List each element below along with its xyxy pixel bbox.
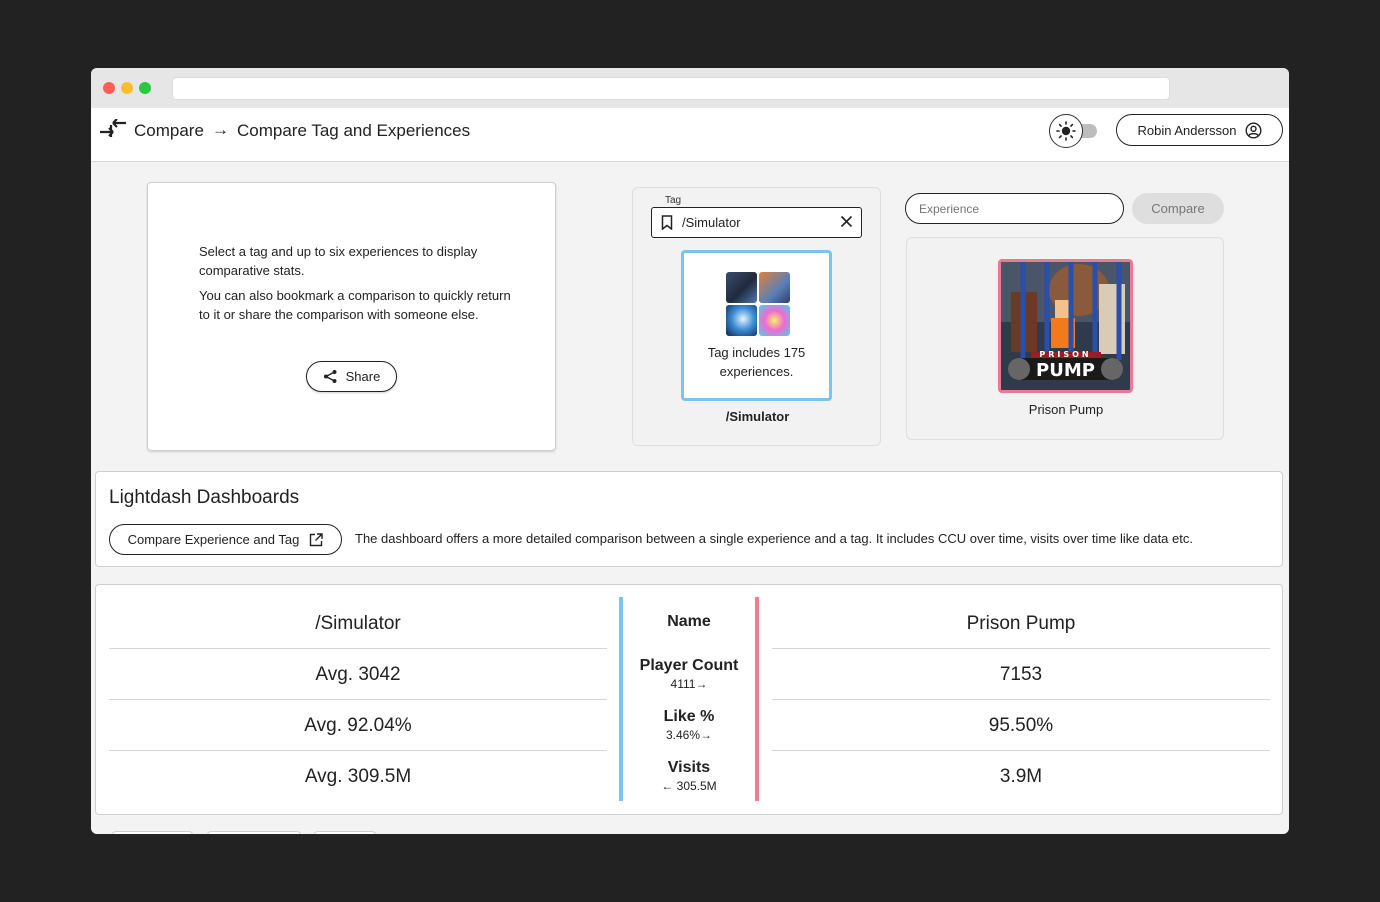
experience-thumbnail[interactable]: PRISON PUMP [998,259,1133,393]
experience-input[interactable] [905,193,1124,224]
info-text: Select a tag and up to six experiences t… [199,242,519,330]
user-name: Robin Andersson [1137,122,1237,138]
dashboard-button-label: Compare Experience and Tag [127,532,300,547]
info-paragraph-2: You can also bookmark a comparison to qu… [199,288,511,322]
compare-experience-and-tag-button[interactable]: Compare Experience and Tag [109,524,342,555]
bookmark-icon[interactable] [661,215,673,230]
dashboards-description: The dashboard offers a more detailed com… [355,531,1193,546]
sun-icon [1056,121,1076,141]
user-circle-icon [1244,121,1262,139]
info-paragraph-1: Select a tag and up to six experiences t… [199,244,478,278]
breadcrumb-separator-icon: → [212,120,229,139]
experience-player-count: 7153 [772,649,1270,700]
experience-visits: 3.9M [999,766,1043,787]
title-bar [91,68,1289,108]
metric-header-cell: Name [623,598,755,649]
minimize-window-button[interactable] [121,82,133,94]
like-percent-diff: 3.46%→ [665,728,713,742]
tag-panel: Tag /Simulator Tag includes 175 experien… [632,187,881,446]
tag-column: /Simulator Avg. 3042 Avg. 92.04% Avg. 30… [109,598,607,802]
experience-accent-bar [755,597,759,801]
dashboards-card: Lightdash Dashboards Compare Experience … [95,471,1283,567]
metric-header: Name [667,613,711,630]
experience-column: Prison Pump 7153 95.50% 3.9M [772,598,1270,802]
cut-off-button[interactable] [207,831,301,834]
metric-cell: Visits ← 305.5M [623,751,755,802]
tag-like-percent: Avg. 92.04% [109,700,607,751]
info-card: Select a tag and up to six experiences t… [147,182,556,451]
metric-cell: Like % 3.46%→ [623,700,755,751]
close-window-button[interactable] [103,82,115,94]
tag-visits: Avg. 309.5M [304,766,412,787]
dashboards-title: Lightdash Dashboards [109,487,300,508]
maximize-window-button[interactable] [139,82,151,94]
clear-icon[interactable] [840,215,853,228]
share-button[interactable]: Share [306,361,397,392]
compare-button[interactable]: Compare [1132,193,1224,224]
tag-player-count: Avg. 3042 [109,649,607,700]
prison-pump-image: PRISON PUMP [1001,262,1130,390]
metric-visits: Visits [667,759,711,776]
tag-field-label: Tag [665,195,682,206]
tag-input-value: /Simulator [682,215,741,230]
tag-tile[interactable]: Tag includes 175 experiences. [681,250,832,401]
visits-diff: ← 305.5M [661,779,717,793]
share-label: Share [345,369,381,384]
cut-off-button[interactable] [314,831,376,834]
metric-column: Name Player Count 4111→ Like % 3.46%→ Vi… [623,598,755,802]
experience-like-percent: 95.50% [772,700,1270,751]
comparison-card: /Simulator Avg. 3042 Avg. 92.04% Avg. 30… [95,584,1283,815]
share-icon [323,370,337,383]
user-menu-button[interactable]: Robin Andersson [1116,114,1283,146]
external-link-icon [310,532,324,546]
experience-panel: PRISON PUMP Prison Pump [906,237,1224,440]
experience-column-header: Prison Pump [772,598,1270,649]
theme-toggle[interactable] [1049,114,1101,148]
tag-name: /Simulator [725,409,790,424]
compare-arrows-icon [100,119,126,137]
address-bar[interactable] [172,77,1170,100]
page-title: Compare Tag and Experiences [237,121,471,140]
app-header: Compare → Compare Tag and Experiences Ro… [91,108,1289,162]
thumb-title-big: PUMP [1036,360,1095,381]
tag-column-header: /Simulator [109,598,607,649]
toggle-knob [1049,114,1083,148]
experience-name: Prison Pump [1028,402,1104,417]
tag-input[interactable]: /Simulator [651,207,862,238]
tag-mosaic-image [726,272,790,336]
thumb-title-small: PRISON [1039,350,1091,359]
player-count-diff: 4111→ [670,677,708,691]
breadcrumb-compare[interactable]: Compare [134,121,204,141]
metric-player-count: Player Count [639,657,739,674]
metric-cell: Player Count 4111→ [623,649,755,700]
tag-tile-text: Tag includes 175 experiences. [707,345,806,379]
cut-off-button[interactable] [112,831,193,834]
metric-like-percent: Like % [663,708,715,725]
browser-window: Compare → Compare Tag and Experiences Ro… [91,68,1289,834]
